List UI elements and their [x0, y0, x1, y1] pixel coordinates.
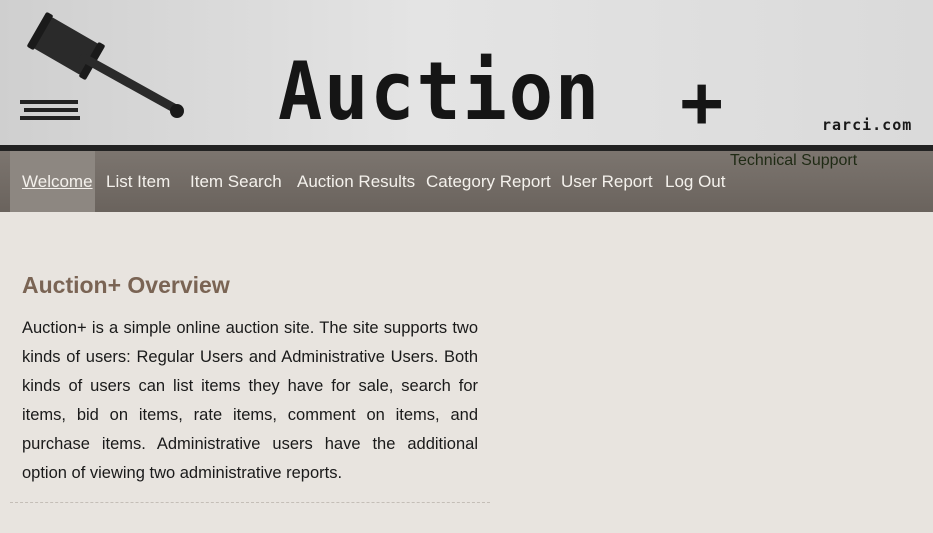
gavel-icon — [20, 12, 184, 120]
nav-category-report[interactable]: Category Report — [426, 151, 551, 212]
nav-user-report[interactable]: User Report — [561, 151, 653, 212]
nav-list-item[interactable]: List Item — [106, 151, 170, 212]
technical-support-link[interactable]: Technical Support — [730, 152, 857, 170]
site-logo-text: Auction — [278, 45, 602, 138]
nav-auction-results[interactable]: Auction Results — [297, 151, 415, 212]
nav-log-out[interactable]: Log Out — [665, 151, 726, 212]
site-logo-plus: + — [680, 60, 724, 144]
page-title: Auction+ Overview — [22, 272, 230, 298]
site-credit: rarci.com — [822, 116, 913, 134]
site-header: Auction + rarci.com — [0, 0, 933, 145]
nav-item-search[interactable]: Item Search — [190, 151, 282, 212]
nav-welcome[interactable]: Welcome — [10, 151, 95, 212]
content-divider — [10, 502, 490, 503]
overview-text: Auction+ is a simple online auction site… — [22, 319, 478, 482]
